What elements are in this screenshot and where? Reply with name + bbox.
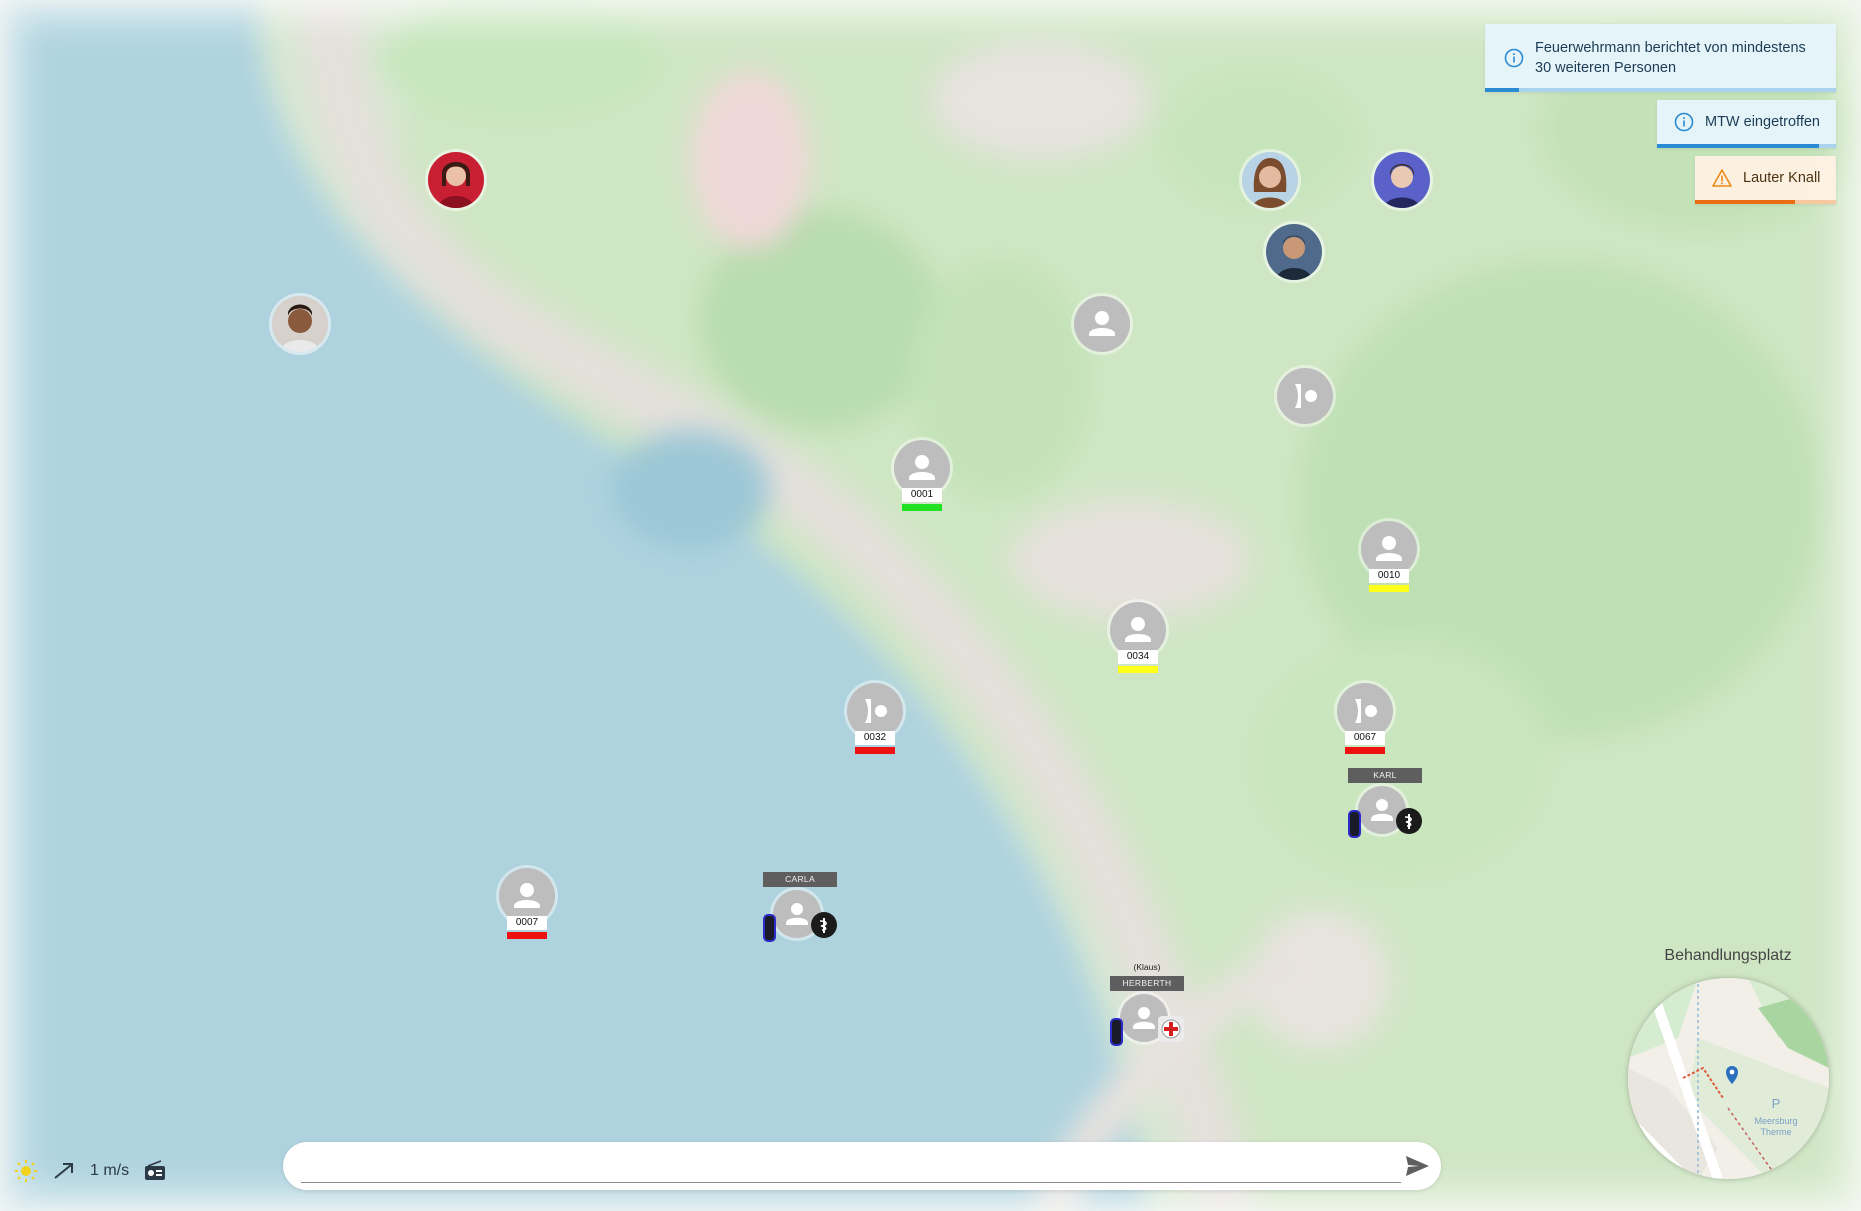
medic-badge-icon <box>811 912 837 938</box>
avatar-photo <box>1266 224 1322 280</box>
radio-device-icon <box>1348 810 1361 838</box>
patient-marker[interactable]: 0067 <box>1337 683 1393 757</box>
patient-id: 0034 <box>1118 650 1158 664</box>
triage-bar <box>1118 666 1158 673</box>
staff-avatar[interactable] <box>1242 152 1298 208</box>
responder-name: KARL <box>1348 768 1422 783</box>
patient-id: 0001 <box>902 488 942 502</box>
responder-marker[interactable]: (Klaus) HERBERTH <box>1110 962 1186 1048</box>
minimap-text-meersburg: Meersburg <box>1754 1116 1797 1126</box>
staff-avatar[interactable] <box>428 152 484 208</box>
notification-progress <box>1657 144 1819 148</box>
notification-text: Lauter Knall <box>1743 170 1821 186</box>
responder-name: HERBERTH <box>1110 976 1184 991</box>
person-marker[interactable] <box>1277 368 1333 424</box>
map-view[interactable]: 0001 0010 0034 0032 0067 0007 KARL CARLA… <box>0 0 1861 1211</box>
radio-icon[interactable] <box>143 1159 167 1183</box>
avatar-photo <box>1242 152 1298 208</box>
person-marker[interactable] <box>1074 296 1130 352</box>
notification-text: Feuerwehrmann berichtet von mindestens 3… <box>1535 40 1806 76</box>
triage-bar <box>1369 585 1409 592</box>
minimap-text-therme: Therme <box>1760 1127 1791 1137</box>
responder-marker[interactable]: CARLA <box>763 872 839 944</box>
environment-status: 1 m/s <box>14 1158 181 1184</box>
patient-id: 0010 <box>1369 569 1409 583</box>
patient-id: 0067 <box>1345 731 1385 745</box>
radio-device-icon <box>1110 1018 1123 1046</box>
medic-badge-icon <box>1396 808 1422 834</box>
patient-marker[interactable]: 0001 <box>894 440 950 514</box>
triage-bar <box>902 504 942 511</box>
unconscious-icon <box>1295 384 1317 408</box>
responder-marker[interactable]: KARL <box>1348 768 1424 840</box>
minimap-map: P Meersburg Therme <box>1628 978 1829 1179</box>
minimap-title: Behandlungsplatz <box>1664 947 1792 964</box>
sun-icon <box>15 1160 37 1182</box>
staff-avatar[interactable] <box>1374 152 1430 208</box>
send-button[interactable] <box>1401 1150 1433 1182</box>
send-icon <box>1406 1156 1429 1176</box>
avatar-photo <box>272 296 328 352</box>
triage-bar <box>855 747 895 754</box>
patient-marker[interactable]: 0010 <box>1361 521 1417 595</box>
patient-marker[interactable]: 0007 <box>499 868 555 942</box>
patient-marker[interactable]: 0034 <box>1110 602 1166 676</box>
notification-toast[interactable]: Feuerwehrmann berichtet von mindestens 3… <box>1485 24 1836 92</box>
wind-speed: 1 m/s <box>90 1162 130 1179</box>
red-cross-icon <box>1158 1016 1184 1042</box>
triage-bar <box>1345 747 1385 754</box>
notification-progress <box>1485 88 1519 92</box>
responder-subname: (Klaus) <box>1133 962 1161 972</box>
notification-text: MTW eingetroffen <box>1705 114 1820 130</box>
minimap-text-p: P <box>1772 1096 1781 1111</box>
patient-id: 0007 <box>507 916 547 930</box>
notification-progress-track <box>1485 88 1836 92</box>
info-icon <box>1673 111 1695 133</box>
triage-bar <box>507 932 547 939</box>
patient-id: 0032 <box>855 731 895 745</box>
notification-toast[interactable]: Lauter Knall <box>1695 156 1836 204</box>
responder-name: CARLA <box>763 872 837 887</box>
map-background <box>0 0 1861 1211</box>
minimap[interactable]: P Meersburg Therme <box>1628 978 1829 1179</box>
notification-progress <box>1695 200 1795 204</box>
info-icon <box>1503 47 1525 69</box>
warning-icon <box>1711 167 1733 189</box>
chat-input[interactable] <box>301 1150 1401 1183</box>
staff-avatar[interactable] <box>272 296 328 352</box>
avatar-photo <box>1374 152 1430 208</box>
avatar-photo <box>428 152 484 208</box>
person-icon <box>1089 311 1115 336</box>
patient-marker[interactable]: 0032 <box>847 683 903 757</box>
notification-toast[interactable]: MTW eingetroffen <box>1657 100 1836 148</box>
wind-direction-icon <box>54 1163 73 1179</box>
radio-device-icon <box>763 914 776 942</box>
staff-avatar[interactable] <box>1266 224 1322 280</box>
chat-bar <box>283 1142 1441 1190</box>
